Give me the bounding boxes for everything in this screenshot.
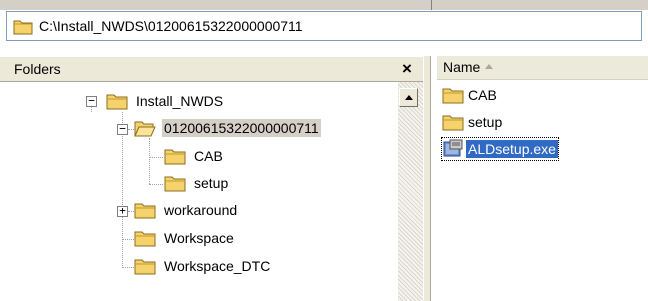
tree-node-workspace[interactable]: Workspace	[134, 227, 236, 249]
file-item-setup[interactable]: setup	[442, 111, 504, 133]
tree-line	[149, 138, 150, 184]
tree-node-label: Install_NWDS	[136, 93, 224, 109]
folders-scrollbar[interactable]	[398, 82, 423, 301]
collapse-install-nwds-button[interactable]: −	[86, 95, 97, 107]
tree-node-label: CAB	[194, 148, 223, 164]
up-arrow-icon	[405, 95, 413, 100]
folder-icon	[442, 113, 464, 131]
tree-line	[149, 184, 163, 185]
tree-line	[149, 157, 163, 158]
collapse-build-folder-button[interactable]: −	[117, 123, 128, 135]
folder-icon	[134, 257, 156, 275]
toolbar-separator	[431, 0, 432, 10]
folder-icon	[134, 201, 156, 219]
tree-node-setup[interactable]: setup	[164, 172, 230, 194]
tree-node-workaround[interactable]: workaround	[134, 199, 239, 221]
setup-exe-icon	[442, 139, 464, 159]
tree-node-workspace-dtc[interactable]: Workspace_DTC	[134, 255, 272, 277]
tree-area	[0, 82, 130, 301]
tree-node-build-folder[interactable]: 01200615322000000711	[134, 117, 321, 139]
tree-node-label: 01200615322000000711	[162, 119, 321, 137]
expand-workaround-button[interactable]: +	[117, 205, 128, 217]
tree-node-label: Workspace_DTC	[164, 258, 271, 274]
file-item-label: ALDsetup.exe	[466, 140, 558, 158]
address-bar-spacer	[0, 42, 648, 56]
sort-ascending-icon	[485, 64, 493, 69]
tree-node-label: Workspace	[164, 230, 234, 246]
tree-line	[122, 216, 123, 268]
tree-node-label: setup	[194, 175, 229, 191]
close-folders-pane-button[interactable]: ×	[397, 57, 417, 81]
tree-line	[91, 107, 92, 112]
toolbar-strip	[0, 0, 648, 11]
tree-node-install-nwds[interactable]: Install_NWDS	[106, 90, 225, 112]
folder-icon	[13, 18, 33, 35]
tree-node-cab[interactable]: CAB	[164, 145, 225, 167]
file-item-aldsetup-exe[interactable]: ALDsetup.exe	[441, 137, 559, 161]
folder-icon	[164, 174, 186, 192]
folders-pane-header: Folders ×	[0, 56, 423, 82]
scroll-up-button[interactable]	[399, 88, 418, 107]
address-path[interactable]: C:\Install_NWDS\01200615322000000711	[39, 18, 303, 34]
pane-splitter[interactable]	[423, 56, 431, 301]
open-folder-icon	[134, 119, 156, 137]
address-bar[interactable]: C:\Install_NWDS\01200615322000000711	[6, 11, 642, 41]
folder-icon	[442, 86, 464, 104]
folders-pane-title: Folders	[14, 61, 61, 77]
folder-icon	[164, 147, 186, 165]
file-list-header: Name	[437, 56, 648, 80]
folder-icon	[106, 92, 128, 110]
folder-icon	[134, 229, 156, 247]
tree-node-label: workaround	[164, 202, 238, 218]
file-item-label: CAB	[468, 87, 497, 103]
file-item-label: setup	[468, 114, 503, 130]
name-column-header[interactable]: Name	[443, 59, 480, 75]
file-item-cab[interactable]: CAB	[442, 84, 499, 106]
